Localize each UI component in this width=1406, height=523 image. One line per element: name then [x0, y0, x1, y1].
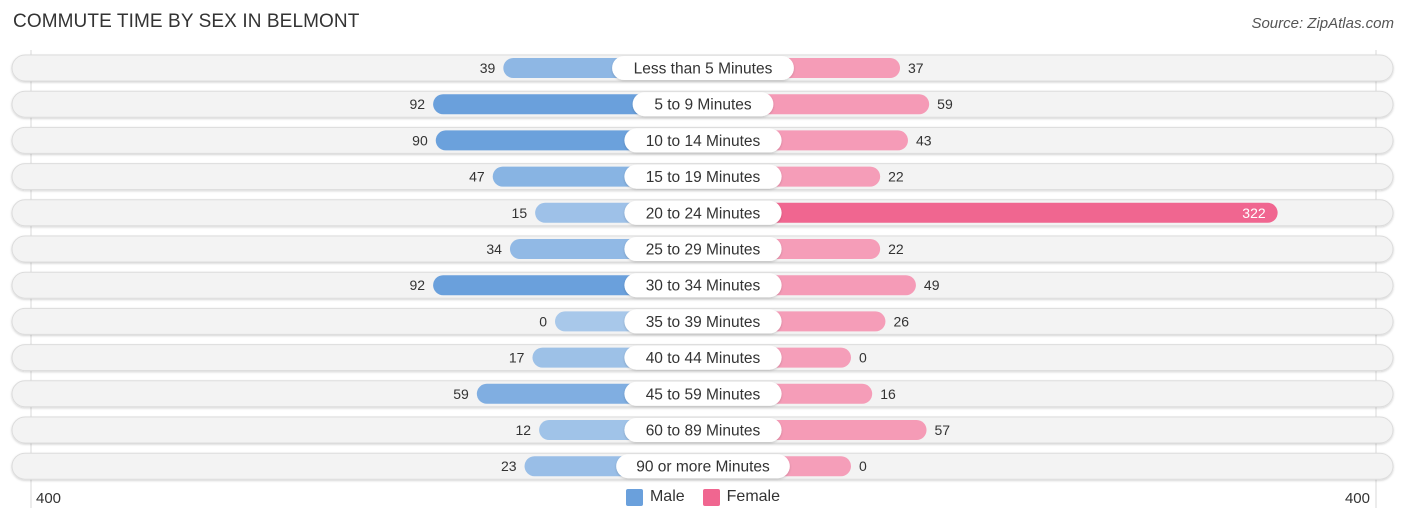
category-label: 10 to 14 Minutes [646, 133, 761, 150]
value-label-male: 0 [539, 313, 547, 329]
chart-row: 10 to 14 Minutes 90 43 [11, 126, 1394, 154]
legend-swatch-female [702, 488, 720, 506]
category-label: 60 to 89 Minutes [646, 423, 761, 440]
value-label-female: 26 [893, 313, 909, 329]
value-label-female: 22 [888, 241, 904, 257]
chart-row: 40 to 44 Minutes 17 0 [11, 344, 1394, 372]
value-label-female: 322 [1242, 205, 1266, 221]
value-label-female: 49 [924, 277, 940, 293]
value-label-female: 22 [888, 169, 904, 185]
chart-row: 25 to 29 Minutes 34 22 [11, 235, 1394, 263]
category-label: 45 to 59 Minutes [646, 386, 761, 403]
category-label: 5 to 9 Minutes [654, 97, 752, 114]
chart-row: 60 to 89 Minutes 12 57 [11, 416, 1394, 444]
chart-row: 45 to 59 Minutes 59 16 [11, 380, 1394, 408]
chart-row: 35 to 39 Minutes 0 26 [11, 307, 1394, 335]
value-label-female: 59 [937, 96, 953, 112]
category-label: 35 to 39 Minutes [646, 314, 761, 331]
value-label-male: 12 [516, 422, 532, 438]
value-label-male: 39 [480, 60, 496, 76]
legend-swatch-male [625, 488, 643, 506]
value-label-male: 59 [453, 386, 469, 402]
legend-item-female[interactable]: Female [702, 488, 781, 506]
value-label-male: 17 [509, 350, 525, 366]
legend-label-male: Male [649, 488, 685, 505]
chart-row: 15 to 19 Minutes 47 22 [11, 163, 1394, 191]
value-label-female: 43 [916, 132, 932, 148]
category-label: 15 to 19 Minutes [646, 169, 761, 186]
chart-row: 30 to 34 Minutes 92 49 [11, 271, 1394, 299]
legend: Male Female [0, 488, 1406, 506]
category-label: 30 to 34 Minutes [646, 278, 761, 295]
category-label: 40 to 44 Minutes [646, 350, 761, 367]
category-label: 25 to 29 Minutes [646, 242, 761, 259]
legend-label-female: Female [726, 488, 781, 505]
category-label: 20 to 24 Minutes [646, 205, 761, 222]
value-label-female: 0 [859, 350, 867, 366]
value-label-male: 23 [501, 458, 517, 474]
value-label-male: 47 [469, 169, 485, 185]
value-label-male: 92 [410, 277, 426, 293]
value-label-female: 16 [880, 386, 896, 402]
category-label: Less than 5 Minutes [634, 61, 773, 78]
chart-row: Less than 5 Minutes 39 37 [11, 54, 1394, 82]
value-label-female: 37 [908, 60, 924, 76]
chart-row: 5 to 9 Minutes 92 59 [11, 90, 1394, 118]
chart-canvas: Less than 5 Minutes39 375 to 9 Minutes92 5… [11, 50, 1394, 508]
value-label-female: 0 [859, 458, 867, 474]
value-label-male: 34 [486, 241, 502, 257]
chart-row: 90 or more Minutes 23 0 [11, 452, 1394, 480]
value-label-female: 57 [935, 422, 951, 438]
value-label-male: 90 [412, 132, 428, 148]
legend-item-male[interactable]: Male [625, 488, 685, 506]
bar-female [703, 202, 1278, 223]
value-label-male: 15 [512, 205, 528, 221]
chart-row: 20 to 24 Minutes 15 322 [11, 199, 1394, 227]
category-label: 90 or more Minutes [636, 459, 770, 476]
value-label-male: 92 [410, 96, 426, 112]
